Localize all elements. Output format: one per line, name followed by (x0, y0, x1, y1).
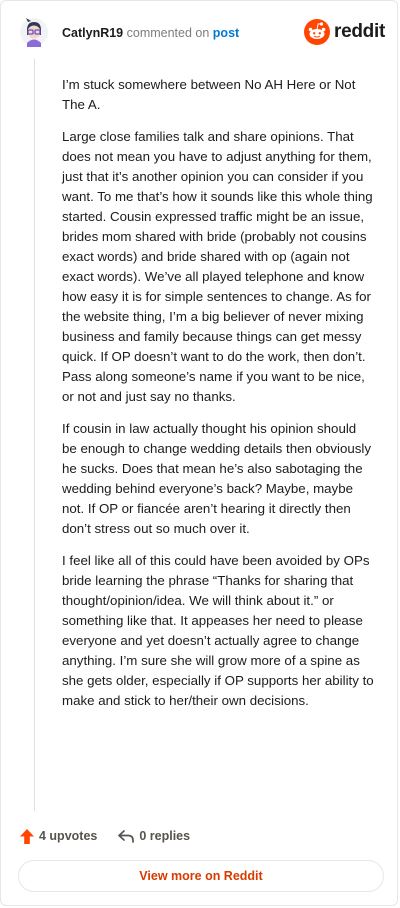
reddit-brand[interactable]: reddit (304, 18, 385, 46)
comment-paragraph: If cousin in law actually thought his op… (62, 421, 372, 536)
commented-on-text: commented on (126, 26, 210, 40)
comment-paragraph: I feel like all of this could have been … (62, 553, 374, 708)
reply-icon (118, 829, 135, 843)
upvote-icon (20, 828, 34, 844)
comment-card: CatlynR19 commented on post reddit I’m s… (0, 0, 398, 906)
comment-meta: CatlynR19 commented on post (62, 26, 239, 40)
reddit-logo-icon (304, 19, 331, 45)
thread-line (34, 59, 35, 811)
view-more-button[interactable]: View more on Reddit (18, 860, 384, 892)
comment-header: CatlynR19 commented on post reddit (19, 17, 385, 51)
upvote-count: 4 upvotes (39, 829, 98, 843)
username[interactable]: CatlynR19 (62, 26, 123, 40)
comment-paragraph: I’m stuck somewhere between No AH Here o… (62, 77, 356, 112)
comment-body: I’m stuck somewhere between No AH Here o… (62, 75, 374, 723)
reply-button[interactable]: 0 replies (117, 829, 190, 844)
reply-count: 0 replies (139, 829, 191, 843)
upvote-button[interactable]: 4 upvotes (19, 828, 97, 845)
reddit-wordmark: reddit (334, 21, 385, 42)
comment-paragraph: Large close families talk and share opin… (62, 129, 373, 404)
comment-actions: 4 upvotes 0 replies (19, 825, 190, 847)
avatar[interactable] (19, 17, 49, 47)
post-link[interactable]: post (213, 26, 239, 40)
